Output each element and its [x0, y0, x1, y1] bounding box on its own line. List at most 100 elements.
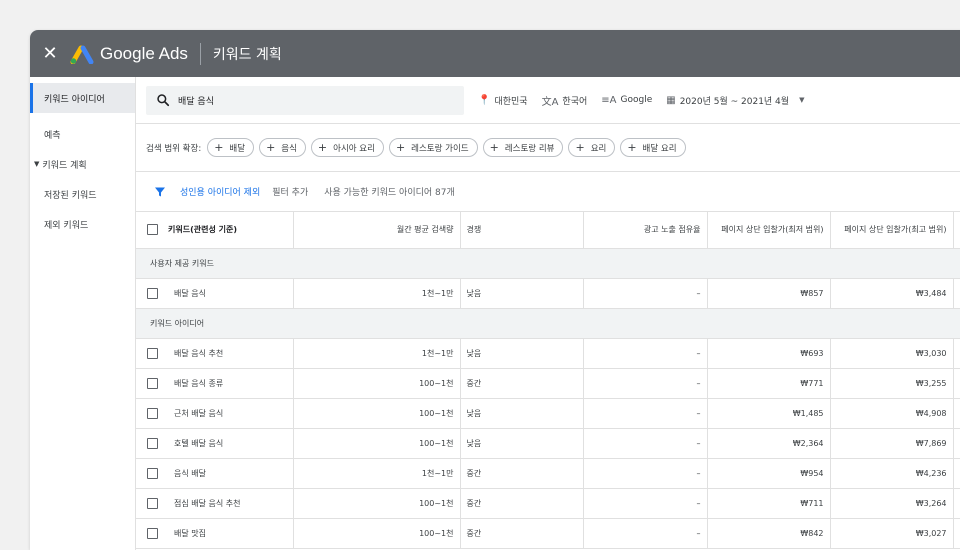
table-row[interactable]: 음식 배달 1천~1만 중간 – ₩954 ₩4,236 [136, 458, 960, 489]
header-monthly-searches[interactable]: 월간 평균 검색량 [293, 212, 461, 249]
broaden-search-label: 검색 범위 확장: [146, 143, 202, 154]
plus-icon: + [214, 141, 224, 154]
keyword-planner-window: ✕ Google Ads 키워드 계획 키워드 아이디어 예측 ▼ 키워드 계획 … [30, 30, 960, 550]
search-box[interactable] [146, 85, 464, 115]
cell-competition: 중간 [460, 518, 584, 549]
cell-share: – [583, 518, 708, 549]
table-row[interactable]: 배달 음식 종류 100~1천 중간 – ₩771 ₩3,255 [136, 368, 960, 399]
broaden-chip[interactable]: + 레스토랑 리뷰 [482, 138, 564, 157]
row-checkbox[interactable] [146, 437, 158, 449]
plus-icon: + [627, 141, 637, 154]
cell-bid-high: ₩3,255 [830, 368, 954, 399]
chip-label: 레스토랑 가이드 [411, 143, 469, 154]
plus-icon: + [575, 141, 585, 154]
cell-bid-low: ₩711 [707, 488, 831, 519]
chip-label: 레스토랑 리뷰 [504, 143, 555, 154]
sidebar-item-negative-keywords[interactable]: 제외 키워드 [30, 209, 135, 239]
sidebar-item-saved-keywords[interactable]: 저장된 키워드 [30, 179, 135, 209]
sidebar-item-label: 키워드 아이디어 [44, 94, 105, 105]
header-top-bid-low[interactable]: 페이지 상단 입찰가(최저 범위) [707, 212, 831, 249]
main-content: 📍대한민국 文A한국어 ≡AGoogle ▦2020년 5월 ~ 2021년 4… [136, 77, 960, 550]
cell-bid-high: ₩7,869 [830, 428, 954, 459]
chip-label: 배달 요리 [642, 143, 677, 154]
chip-label: 아시아 요리 [333, 143, 375, 154]
row-checkbox[interactable] [146, 497, 158, 509]
search-network-icon: ≡A [601, 94, 617, 106]
chip-label: 요리 [590, 143, 607, 154]
close-icon[interactable]: ✕ [30, 30, 70, 77]
cell-keyword: 근처 배달 음식 [168, 398, 294, 429]
adult-ideas-filter[interactable]: 성인용 아이디어 제외 [180, 185, 260, 198]
broaden-chip[interactable]: + 레스토랑 가이드 [388, 138, 478, 157]
date-range-selector[interactable]: ▦ 2020년 5월 ~ 2021년 4월 ▼ [666, 94, 804, 107]
header-competition[interactable]: 경쟁 [460, 212, 584, 249]
location-selector[interactable]: 📍 대한민국 [478, 94, 528, 107]
row-checkbox[interactable] [146, 407, 158, 419]
table-row[interactable]: 배달 맛집 100~1천 중간 – ₩842 ₩3,027 [136, 518, 960, 549]
sidebar: 키워드 아이디어 예측 ▼ 키워드 계획 저장된 키워드 제외 키워드 [30, 77, 136, 550]
search-input[interactable] [178, 95, 428, 105]
language-selector[interactable]: 文A 한국어 [542, 93, 588, 108]
broaden-chip[interactable]: + 요리 [568, 138, 616, 157]
plus-icon: + [395, 141, 406, 154]
plus-icon: + [317, 141, 328, 154]
table-row[interactable]: 점심 배달 음식 추천 100~1천 중간 – ₩711 ₩3,264 [136, 488, 960, 519]
row-checkbox[interactable] [146, 287, 158, 299]
cell-competition: 낮음 [460, 428, 584, 459]
brand-name: Google Ads [100, 43, 188, 63]
cell-searches: 100~1천 [293, 368, 461, 399]
keyword-table: 키워드(관련성 기준) 월간 평균 검색량 경쟁 광고 노출 점유율 페이지 상… [136, 212, 960, 549]
table-row[interactable]: 호텔 배달 음식 100~1천 낮음 – ₩2,364 ₩7,869 [136, 428, 960, 459]
cell-bid-high: ₩3,484 [830, 278, 954, 309]
select-all-checkbox[interactable] [146, 224, 158, 236]
cell-searches: 1천~1만 [293, 278, 461, 309]
network-value: Google [620, 95, 653, 105]
sidebar-item-keyword-ideas[interactable]: 키워드 아이디어 [30, 83, 135, 113]
network-selector[interactable]: ≡A Google [601, 95, 652, 106]
google-ads-logo-icon [70, 45, 94, 64]
select-all-cell [136, 212, 168, 249]
broaden-chip[interactable]: + 음식 [259, 138, 306, 157]
row-checkbox[interactable] [146, 467, 158, 479]
cell-bid-high: ₩4,908 [830, 398, 954, 429]
language-value: 한국어 [562, 96, 588, 107]
header-impression-share[interactable]: 광고 노출 점유율 [583, 212, 708, 249]
search-row: 📍대한민국 文A한국어 ≡AGoogle ▦2020년 5월 ~ 2021년 4… [136, 77, 960, 124]
header-top-bid-high[interactable]: 페이지 상단 입찰가(최고 범위) [830, 212, 954, 249]
cell-searches: 100~1천 [293, 488, 461, 519]
cell-searches: 100~1천 [293, 518, 461, 549]
cell-competition: 중간 [460, 488, 584, 519]
broaden-search-row: 검색 범위 확장: + 배달 + 음식 + 아시아 요리 + 레스토랑 가이드 + 레스토… [136, 124, 960, 172]
row-checkbox[interactable] [146, 527, 158, 539]
chevron-down-icon: ▼ [799, 96, 805, 104]
sidebar-item-keyword-plans[interactable]: ▼ 키워드 계획 [30, 149, 135, 179]
cell-competition: 낮음 [460, 338, 584, 369]
broaden-chip[interactable]: + 배달 요리 [620, 138, 686, 157]
table-row[interactable]: 근처 배달 음식 100~1천 낮음 – ₩1,485 ₩4,908 [136, 398, 960, 429]
sidebar-item-label: 키워드 계획 [42, 160, 87, 171]
row-checkbox[interactable] [146, 377, 158, 389]
table-row[interactable]: 배달 음식 추천 1천~1만 낮음 – ₩693 ₩3,030 [136, 338, 960, 369]
sidebar-item-forecast[interactable]: 예측 [30, 119, 135, 149]
add-filter-button[interactable]: 필터 추가 [272, 185, 308, 198]
cell-competition: 중간 [460, 368, 584, 399]
chip-label: 배달 [229, 143, 246, 154]
cell-keyword: 배달 음식 추천 [168, 338, 294, 369]
cell-bid-low: ₩771 [707, 368, 831, 399]
expand-caret-icon: ▼ [34, 160, 40, 168]
cell-competition: 중간 [460, 458, 584, 489]
header-keyword[interactable]: 키워드(관련성 기준) [168, 212, 294, 249]
cell-bid-high: ₩4,236 [830, 458, 954, 489]
row-checkbox[interactable] [146, 347, 158, 359]
broaden-chip[interactable]: + 배달 [207, 138, 255, 157]
plus-icon: + [489, 141, 499, 154]
group-provided-label: 사용자 제공 키워드 [136, 248, 960, 279]
date-range-value: 2020년 5월 ~ 2021년 4월 [679, 96, 790, 107]
filter-icon[interactable] [154, 186, 166, 198]
cell-share: – [583, 428, 708, 459]
google-ads-logo: Google Ads [70, 44, 188, 64]
cell-searches: 100~1천 [293, 398, 461, 429]
table-row[interactable]: 배달 음식 1천~1만 낮음 – ₩857 ₩3,484 [136, 278, 960, 309]
broaden-chip[interactable]: + 아시아 요리 [310, 138, 384, 157]
page-title: 키워드 계획 [212, 46, 282, 63]
